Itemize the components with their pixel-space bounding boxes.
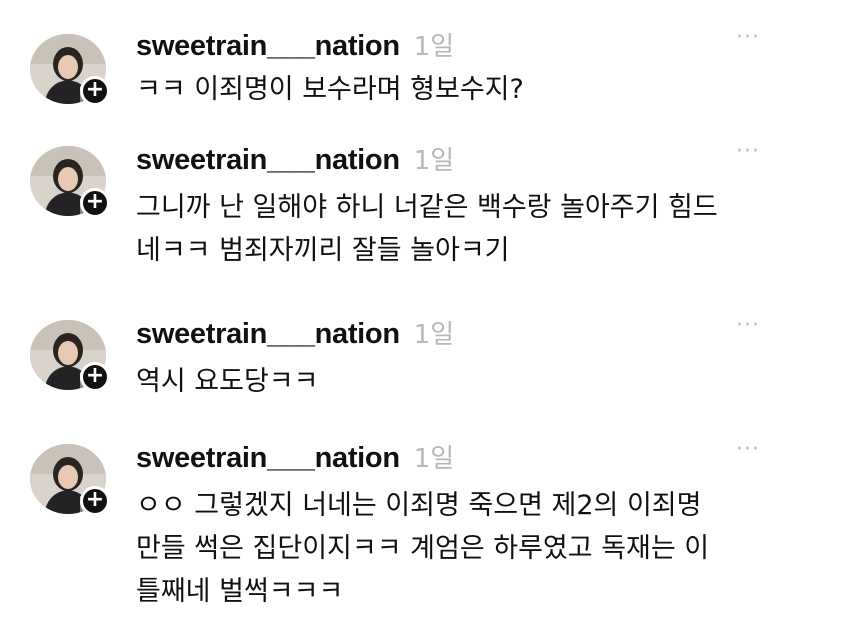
username[interactable]: sweetrain___nation — [136, 30, 400, 63]
more-options-icon[interactable]: ··· — [736, 141, 772, 163]
avatar-container[interactable]: + — [30, 146, 110, 218]
comment-text-line: 역시 요도당ㅋㅋ — [136, 366, 319, 397]
more-options-icon[interactable]: ··· — [736, 439, 772, 461]
comment-header: sweetrain___nation 1일 — [136, 140, 454, 176]
avatar-container[interactable]: + — [30, 34, 110, 106]
comment-text-line: 네ㅋㅋ 범죄자끼리 잘들 놀아ㅋ기 — [136, 235, 510, 266]
follow-plus-icon[interactable]: + — [80, 486, 110, 516]
comment-text: ㅇㅇ 그렇겠지 너네는 이죄명 죽으면 제2의 이죄명 만들 썩은 집단이지ㅋㅋ… — [136, 484, 796, 613]
username[interactable]: sweetrain___nation — [136, 442, 400, 475]
timestamp: 1일 — [413, 32, 455, 62]
timestamp: 1일 — [413, 320, 455, 350]
comment-text: 역시 요도당ㅋㅋ — [136, 360, 796, 403]
comment-text: 그니까 난 일해야 하니 너같은 백수랑 놀아주기 힘드 네ㅋㅋ 범죄자끼리 잘… — [136, 186, 796, 272]
follow-plus-icon[interactable]: + — [80, 362, 110, 392]
comment-text-line: 틀째네 벌썩ㅋㅋㅋ — [136, 576, 344, 607]
follow-plus-icon[interactable]: + — [80, 76, 110, 106]
comment-text-line: ㅋㅋ 이죄명이 보수라며 형보수지? — [136, 74, 524, 105]
comment-header: sweetrain___nation 1일 — [136, 314, 454, 350]
more-options-icon[interactable]: ··· — [736, 27, 772, 49]
comment-text-line: ㅇㅇ 그렇겠지 너네는 이죄명 죽으면 제2의 이죄명 — [136, 490, 702, 521]
comment-text: ㅋㅋ 이죄명이 보수라며 형보수지? — [136, 68, 796, 111]
avatar-container[interactable]: + — [30, 444, 110, 516]
comment-text-line: 그니까 난 일해야 하니 너같은 백수랑 놀아주기 힘드 — [136, 192, 718, 223]
follow-plus-icon[interactable]: + — [80, 188, 110, 218]
comment-text-line: 만들 썩은 집단이지ㅋㅋ 계엄은 하루였고 독재는 이 — [136, 533, 710, 564]
comment-header: sweetrain___nation 1일 — [136, 26, 454, 62]
avatar-container[interactable]: + — [30, 320, 110, 392]
username[interactable]: sweetrain___nation — [136, 144, 400, 177]
comment-header: sweetrain___nation 1일 — [136, 438, 454, 474]
username[interactable]: sweetrain___nation — [136, 318, 400, 351]
timestamp: 1일 — [413, 444, 455, 474]
comment-thread: + sweetrain___nation 1일 ··· ㅋㅋ 이죄명이 보수라며… — [0, 0, 865, 637]
more-options-icon[interactable]: ··· — [736, 315, 772, 337]
timestamp: 1일 — [413, 146, 455, 176]
